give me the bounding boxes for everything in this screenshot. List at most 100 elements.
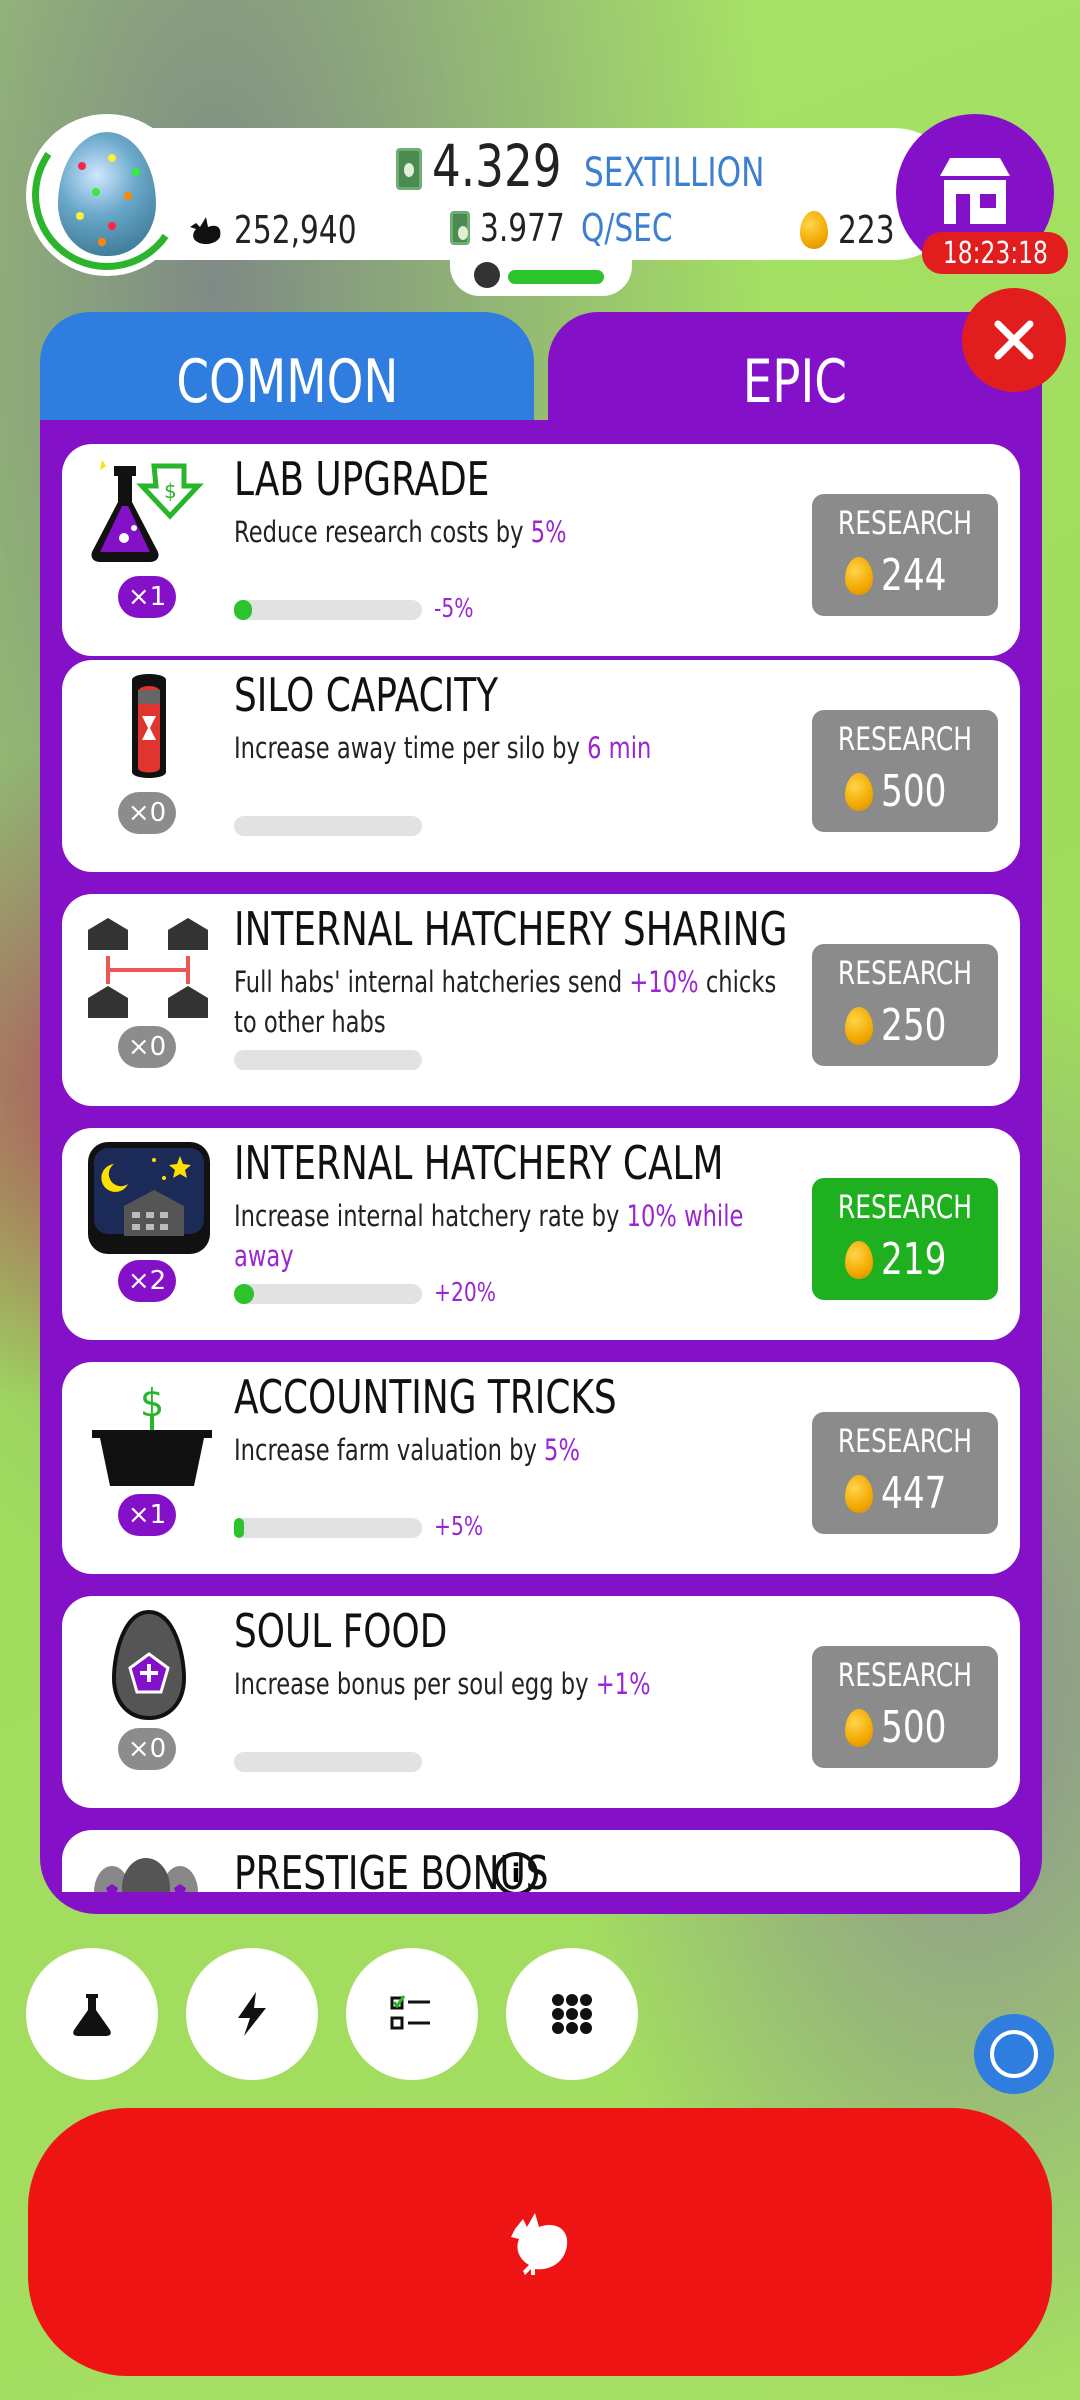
desc-text: Increase bonus per soul egg by <box>234 1667 596 1701</box>
level-text: ×0 <box>127 1734 167 1764</box>
research-progress-bar <box>234 1518 422 1538</box>
tab-epic-label: EPIC <box>742 347 848 417</box>
research-card-internal-hatchery-sharing: ×0 INTERNAL HATCHERY SHARING Full habs' … <box>62 894 1020 1106</box>
golden-egg-icon <box>845 556 873 595</box>
level-text: ×2 <box>127 1266 167 1296</box>
svg-text:$: $ <box>164 479 177 503</box>
info-icon[interactable]: i <box>494 1852 538 1892</box>
progress-fill <box>234 1518 244 1538</box>
research-description: Reduce research costs by 5% <box>234 512 794 552</box>
research-button[interactable]: RESEARCH 447 <box>812 1412 998 1534</box>
research-description: Full habs' internal hatcheries send +10%… <box>234 962 794 1042</box>
golden-egg-icon <box>845 772 873 811</box>
golden-egg-icon <box>845 1474 873 1513</box>
soul-egg-icon <box>84 1608 214 1724</box>
flask-icon: $ <box>84 456 214 572</box>
chicken-count-value: 252,940 <box>234 208 357 252</box>
research-card-internal-hatchery-calm: ×2 INTERNAL HATCHERY CALM Increase inter… <box>62 1128 1020 1340</box>
desc-text: Increase internal hatchery rate by <box>234 1199 627 1233</box>
rate-unit: Q/SEC <box>580 206 673 250</box>
flask-icon <box>73 1994 111 2036</box>
research-button[interactable]: RESEARCH 250 <box>812 944 998 1066</box>
silo-icon <box>84 672 214 788</box>
research-button[interactable]: RESEARCH 500 <box>812 710 998 832</box>
research-description: Increase away time per silo by 6 min <box>234 728 794 768</box>
earning-rate: 3.977 Q/SEC <box>450 206 698 250</box>
progress-note: -5% <box>434 594 485 624</box>
research-price: 447 <box>881 1468 947 1519</box>
research-price: 500 <box>881 766 947 817</box>
desc-highlight: +10% <box>629 965 699 999</box>
research-button-label: RESEARCH <box>837 1656 973 1694</box>
research-button[interactable]: RESEARCH 500 <box>812 1646 998 1768</box>
research-progress-bar <box>234 600 422 620</box>
research-price: 500 <box>881 1702 947 1753</box>
level-text: ×1 <box>127 582 167 612</box>
research-card-accounting-tricks: $ ×1 ACCOUNTING TRICKS Increase farm val… <box>62 1362 1020 1574</box>
hatch-chicken-button[interactable] <box>28 2108 1052 2376</box>
research-title: INTERNAL HATCHERY CALM <box>234 1136 724 1190</box>
research-title: LAB UPGRADE <box>234 452 490 506</box>
hatchery-sharing-icon <box>84 906 214 1022</box>
desc-text: Increase farm valuation by <box>234 1433 545 1467</box>
level-text: ×0 <box>127 798 167 828</box>
research-price: 244 <box>881 550 947 601</box>
level-text: ×0 <box>127 1032 167 1062</box>
progress-note: +5% <box>434 1512 497 1542</box>
research-button-label: RESEARCH <box>837 954 973 992</box>
boosts-button[interactable] <box>186 1948 318 2080</box>
close-button[interactable] <box>962 288 1066 392</box>
golden-egg-icon <box>845 1006 873 1045</box>
close-icon <box>994 320 1034 360</box>
desc-highlight: +1% <box>595 1667 651 1701</box>
research-card-soul-food: ×0 SOUL FOOD Increase bonus per soul egg… <box>62 1596 1020 1808</box>
main-menu-button[interactable] <box>506 1948 638 2080</box>
research-price: 219 <box>881 1234 947 1285</box>
missions-button[interactable] <box>346 1948 478 2080</box>
cash-display: 4.329 SEXTILLION <box>396 132 815 200</box>
prestige-eggs-icon <box>84 1848 214 1892</box>
golden-egg-icon <box>845 1240 873 1279</box>
progress-fill <box>234 1284 254 1304</box>
chicken-icon <box>190 217 221 245</box>
golden-egg-icon <box>845 1708 873 1747</box>
research-button-label: RESEARCH <box>837 504 973 542</box>
shop-timer-text: 18:23:18 <box>942 235 1048 271</box>
progress-note: +20% <box>434 1278 514 1308</box>
research-level-badge: ×0 <box>118 1728 176 1770</box>
desc-text: Reduce research costs by <box>234 515 531 549</box>
research-description: Increase farm valuation by 5% <box>234 1430 794 1470</box>
research-button[interactable]: RESEARCH 244 <box>812 494 998 616</box>
checklist-icon <box>390 1995 430 2030</box>
research-card-silo-capacity: ×0 SILO CAPACITY Increase away time per … <box>62 660 1020 872</box>
golden-egg-icon <box>800 211 828 249</box>
cash-icon <box>396 148 422 190</box>
rate-value: 3.977 <box>480 206 565 250</box>
desc-highlight: 5% <box>544 1433 580 1467</box>
top-hat-icon: $ <box>84 1374 214 1490</box>
golden-egg-count: 223 <box>800 208 911 252</box>
golden-egg-value: 223 <box>838 208 895 252</box>
research-progress-bar <box>234 1752 422 1772</box>
research-menu-button[interactable] <box>26 1948 158 2080</box>
research-button[interactable]: RESEARCH 219 <box>812 1178 998 1300</box>
research-title: SILO CAPACITY <box>234 668 499 722</box>
hab-progress-bar <box>508 270 604 284</box>
research-button-label: RESEARCH <box>837 1188 973 1226</box>
desc-highlight: 5% <box>530 515 567 549</box>
progress-note-text: +5% <box>434 1512 484 1542</box>
research-progress-bar <box>234 816 422 836</box>
research-description: Increase bonus per soul egg by +1% <box>234 1664 794 1704</box>
assistive-touch-button[interactable] <box>974 2014 1054 2094</box>
chicken-icon <box>511 2213 568 2275</box>
info-icon-text: i <box>511 1859 521 1889</box>
level-text: ×1 <box>127 1500 167 1530</box>
research-card-lab-upgrade: $ ×1 LAB UPGRADE Reduce research costs b… <box>62 444 1020 656</box>
research-level-badge: ×1 <box>118 576 176 618</box>
cash-value: 4.329 <box>432 132 562 200</box>
research-level-badge: ×0 <box>118 792 176 834</box>
progress-fill <box>234 600 252 620</box>
cash-unit: SEXTILLION <box>584 150 765 196</box>
research-title: ACCOUNTING TRICKS <box>234 1370 617 1424</box>
research-card-prestige-bonus: PRESTIGE BONUS i <box>62 1830 1020 1892</box>
